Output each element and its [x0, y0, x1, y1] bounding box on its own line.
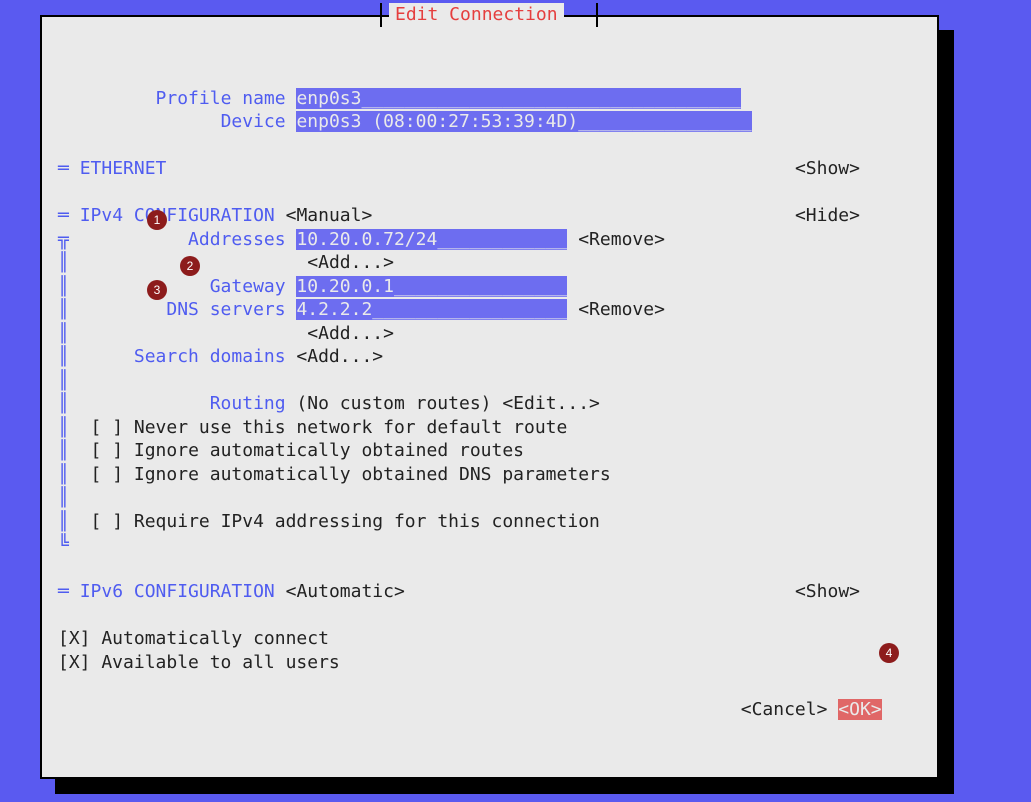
profile-name-input[interactable]: enp0s3__________________________________…	[296, 88, 740, 109]
addresses-label: Addresses	[188, 229, 286, 250]
auto-connect-checkbox[interactable]: [X] Automatically connect	[58, 628, 329, 649]
annotation-badge-3: 3	[147, 280, 167, 300]
addresses-remove-button[interactable]: <Remove>	[578, 229, 665, 250]
dns-remove-button[interactable]: <Remove>	[578, 299, 665, 320]
ok-button[interactable]: <OK>	[838, 699, 881, 720]
dns-add-button[interactable]: <Add...>	[307, 323, 394, 344]
window-content: Profile name enp0s3_____________________…	[42, 17, 937, 721]
gateway-label: Gateway	[210, 276, 286, 297]
window-title: Edit Connection	[389, 3, 564, 27]
cancel-button[interactable]: <Cancel>	[741, 699, 828, 720]
ipv4-tree: ╦ Addresses	[58, 229, 296, 250]
annotation-badge-2: 2	[180, 256, 200, 276]
ipv6-mode-select[interactable]: <Automatic>	[286, 581, 405, 602]
search-domains-add-button[interactable]: <Add...>	[296, 346, 383, 367]
routing-label: Routing	[210, 393, 286, 414]
addresses-input[interactable]: 10.20.0.72/24____________	[296, 229, 567, 250]
gateway-input[interactable]: 10.20.0.1________________	[296, 276, 567, 297]
routing-edit-button[interactable]: <Edit...>	[502, 393, 600, 414]
dns-label: DNS servers	[166, 299, 285, 320]
annotation-badge-1: 1	[147, 210, 167, 230]
search-domains-label: Search domains	[134, 346, 286, 367]
device-input[interactable]: enp0s3 (08:00:27:53:39:4D)______________…	[296, 111, 751, 132]
ipv6-show-button[interactable]: <Show>	[795, 581, 860, 602]
dns-input[interactable]: 4.2.2.2__________________	[296, 299, 567, 320]
annotation-badge-4: 4	[879, 643, 899, 663]
ethernet-section[interactable]: ═ ETHERNET	[58, 158, 166, 179]
addresses-add-button[interactable]: <Add...>	[307, 252, 394, 273]
ethernet-show-button[interactable]: <Show>	[795, 158, 860, 179]
ignore-auto-dns-checkbox[interactable]: [ ] Ignore automatically obtained DNS pa…	[91, 464, 611, 485]
ipv4-hide-button[interactable]: <Hide>	[795, 205, 860, 226]
never-default-route-checkbox[interactable]: [ ] Never use this network for default r…	[91, 417, 568, 438]
available-all-users-checkbox[interactable]: [X] Available to all users	[58, 652, 340, 673]
device-label: Device	[58, 111, 296, 132]
profile-name-label: Profile name	[58, 88, 296, 109]
require-ipv4-checkbox[interactable]: [ ] Require IPv4 addressing for this con…	[91, 511, 600, 532]
ipv6-section[interactable]: ═ IPv6 CONFIGURATION	[58, 581, 275, 602]
ignore-auto-routes-checkbox[interactable]: [ ] Ignore automatically obtained routes	[91, 440, 524, 461]
routing-status: (No custom routes)	[296, 393, 491, 414]
ipv4-mode-select[interactable]: <Manual>	[286, 205, 373, 226]
edit-connection-window: Edit Connection Profile name enp0s3_____…	[40, 15, 939, 779]
